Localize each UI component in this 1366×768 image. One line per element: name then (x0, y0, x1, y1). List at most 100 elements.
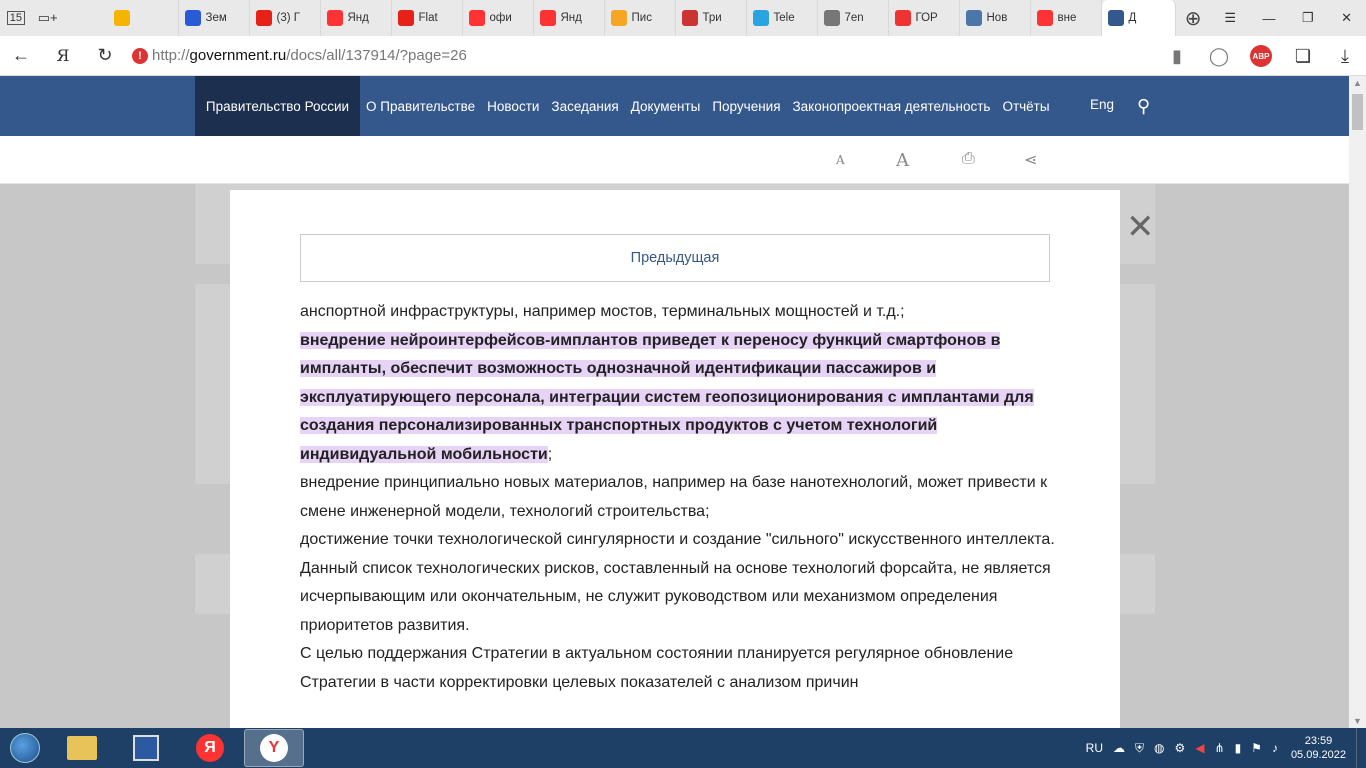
gear-icon[interactable]: ⚙ (1175, 741, 1186, 755)
reload-button[interactable]: ↻ (84, 36, 126, 76)
floppy-taskbar-icon[interactable] (116, 729, 176, 767)
tabs-menu-icon[interactable]: ☰ (1211, 0, 1250, 36)
yandex-browser-taskbar-icon[interactable]: Y (244, 729, 304, 767)
document-text: анспортной инфраструктуры, например мост… (300, 298, 1060, 697)
scroll-thumb[interactable] (1352, 94, 1363, 130)
browser-tab[interactable]: Д (1101, 0, 1176, 36)
nav-item[interactable]: Поручения (712, 99, 780, 114)
nav-item[interactable]: Заседания (551, 99, 618, 114)
browser-tab[interactable]: 7en (818, 0, 889, 36)
language-indicator[interactable]: RU (1086, 741, 1103, 755)
yandex-button[interactable]: Я (42, 36, 84, 76)
tab-label: Нов (986, 12, 1008, 24)
volume-muted-icon[interactable]: ◀ (1195, 741, 1204, 755)
paragraph: анспортной инфраструктуры, например мост… (300, 303, 905, 320)
font-decrease-button[interactable]: A (836, 153, 845, 167)
windows-logo-icon (10, 733, 40, 763)
browser-tab[interactable]: Три (676, 0, 747, 36)
minimize-button[interactable]: — (1250, 0, 1289, 36)
clock[interactable]: 23:59 05.09.2022 (1291, 734, 1346, 762)
browser-tab[interactable]: Нов (960, 0, 1031, 36)
bookmark-icon[interactable]: ▮ (1156, 36, 1198, 76)
tab-label: 7en (844, 12, 864, 24)
nav-item[interactable]: Законопроектная деятельность (793, 99, 991, 114)
browser-tab[interactable]: (3) Г (250, 0, 321, 36)
clock-date: 05.09.2022 (1290, 749, 1346, 761)
previous-page-button[interactable]: Предыдущая (300, 234, 1050, 282)
adblock-button[interactable]: ABP (1240, 36, 1282, 76)
shield-icon[interactable]: ⛨ (1135, 741, 1144, 756)
network-icon[interactable]: ◍ (1154, 741, 1164, 755)
site-header: Правительство России О Правительстве Ново… (0, 76, 1349, 136)
tab-strip: 15 ▭+ Зем (3) Г Янд Flat офи Янд Пис Три Tele 7en… (0, 0, 1366, 36)
yandex-taskbar-icon[interactable]: Я (180, 729, 240, 767)
new-folder-icon[interactable]: ▭+ (32, 0, 64, 36)
tab-label: Зем (205, 12, 227, 24)
print-icon[interactable]: ⎙ (962, 150, 975, 168)
browser-tab[interactable]: офи (463, 0, 534, 36)
zen-icon (894, 10, 911, 26)
lang-eng-link[interactable]: Eng (1090, 97, 1114, 112)
scroll-up-icon[interactable]: ▲ (1353, 78, 1362, 88)
browser-tab[interactable]: Flat (392, 0, 463, 36)
search-icon[interactable]: ⚲ (1137, 96, 1150, 117)
browser-tab[interactable]: Зем (179, 0, 250, 36)
restore-button[interactable]: ❐ (1288, 0, 1327, 36)
tab-label: Три (702, 12, 722, 24)
browser-tab[interactable]: ГОР (889, 0, 960, 36)
collections-icon[interactable]: ❏ (1282, 36, 1324, 76)
downloads-icon[interactable]: ⤓ (1324, 36, 1366, 76)
nav-item[interactable]: О Правительстве (366, 99, 475, 114)
show-desktop-button[interactable] (1356, 728, 1366, 768)
nav-item[interactable]: Документы (631, 99, 701, 114)
url-scheme: http:// (152, 47, 190, 64)
speaker-icon[interactable]: ♪ (1272, 741, 1278, 755)
browser-tab[interactable]: Янд (534, 0, 605, 36)
address-field[interactable]: http://government.ru/docs/all/137914/?pa… (152, 47, 467, 64)
close-window-button[interactable]: ✕ (1327, 0, 1366, 36)
new-tab-button[interactable]: ⊕ (1176, 6, 1211, 31)
scroll-down-icon[interactable]: ▼ (1353, 716, 1362, 726)
paragraph: внедрение принципиально новых материалов… (300, 474, 1048, 520)
page-scrollbar[interactable]: ▲ ▼ (1349, 76, 1366, 728)
tab-label: Янд (347, 12, 369, 24)
browser-tab[interactable]: Янд (321, 0, 392, 36)
play-icon (113, 10, 130, 26)
alice-icon[interactable]: ◯ (1198, 36, 1240, 76)
paragraph: С целью поддержания Стратегии в актуальн… (300, 645, 1014, 691)
back-button[interactable]: ← (0, 36, 42, 76)
start-button[interactable] (0, 728, 50, 768)
nav-item[interactable]: Отчёты (1002, 99, 1049, 114)
yandex-icon (468, 10, 485, 26)
tab-counter: 15 (6, 11, 25, 25)
browser-tab[interactable]: вне (1031, 0, 1102, 36)
wifi-icon[interactable]: ⋔ (1215, 741, 1225, 755)
mail-icon (610, 10, 627, 26)
font-increase-button[interactable]: A (896, 150, 909, 171)
tab-manager-button[interactable]: 15 (0, 0, 32, 36)
close-modal-icon[interactable]: ✕ (1126, 210, 1155, 244)
onedrive-icon[interactable]: ☁ (1113, 741, 1125, 755)
youtube-icon (397, 10, 414, 26)
vf-icon (184, 10, 201, 26)
share-icon[interactable]: ⋖ (1024, 150, 1037, 170)
insecure-warning-icon[interactable]: ! (132, 47, 148, 64)
yandex-icon (1036, 10, 1053, 26)
highlighted-text: внедрение нейроинтерфейсов-имплантов при… (300, 331, 1034, 463)
tab-label: Янд (560, 12, 582, 24)
browser-tab[interactable]: Tele (747, 0, 818, 36)
paragraph: достижение точки технологической сингуля… (300, 531, 1055, 548)
browser-tab[interactable]: Пис (605, 0, 676, 36)
nav-item[interactable]: Новости (487, 99, 539, 114)
address-bar-row: ← Я ↻ ! http://government.ru/docs/all/13… (0, 36, 1366, 76)
doc-icon (823, 10, 840, 26)
usb-icon[interactable]: ▮ (1235, 741, 1242, 755)
yandex-icon (326, 10, 343, 26)
main-menu: О Правительстве Новости Заседания Документы… (366, 76, 1062, 136)
document-viewer-modal: Предыдущая анспортной инфраструктуры, на… (230, 190, 1120, 728)
brand-link[interactable]: Правительство России (195, 76, 360, 136)
browser-tab[interactable] (108, 0, 179, 36)
explorer-taskbar-icon[interactable] (52, 729, 112, 767)
flag-icon[interactable]: ⚑ (1251, 741, 1262, 755)
paragraph: Данный список технологических рисков, со… (300, 559, 1051, 634)
